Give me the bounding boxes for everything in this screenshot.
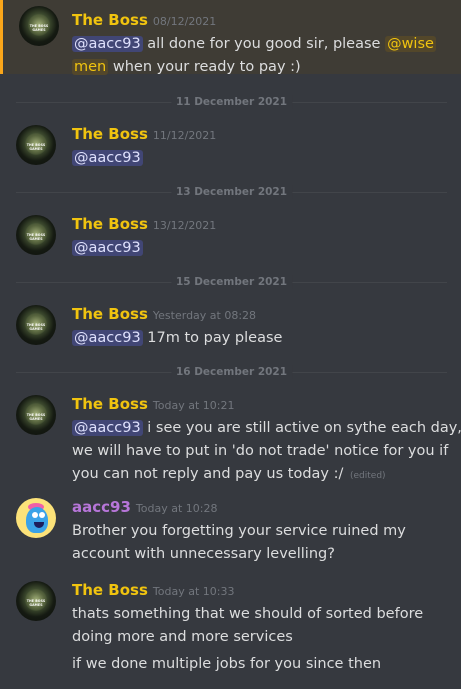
user-mention[interactable]: @aacc93: [72, 36, 143, 52]
user-mention[interactable]: @aacc93: [72, 240, 143, 256]
message-text: account with unnecessary levelling?: [72, 546, 335, 562]
author-name[interactable]: The Boss: [72, 215, 148, 233]
message-text: Brother you forgetting your service ruin…: [72, 523, 406, 539]
author-name[interactable]: The Boss: [72, 125, 148, 143]
message-item: THE BOSS GAMES The Boss Yesterday at 08:2…: [0, 283, 461, 372]
avatar[interactable]: THE BOSS GAMES: [16, 581, 56, 621]
user-mention[interactable]: @aacc93: [72, 330, 143, 346]
timestamp: 08/12/2021: [152, 15, 217, 28]
timestamp: 13/12/2021: [152, 219, 217, 232]
author-name[interactable]: The Boss: [72, 395, 148, 413]
message-text: 17m to pay please: [147, 330, 283, 346]
timestamp: 11/12/2021: [152, 129, 217, 142]
edited-label: (edited): [350, 471, 386, 481]
message-text: thats something that we should of sorted…: [72, 606, 424, 622]
message-text: if we done multiple jobs for you since t…: [72, 656, 382, 672]
user-mention[interactable]: @aacc93: [72, 420, 143, 436]
avatar[interactable]: THE BOSS GAMES: [16, 125, 56, 165]
message-item: THE BOSS GAMES The Boss 11/12/2021 @aacc9…: [0, 103, 461, 192]
message-text: we will have to put in 'do not trade' no…: [72, 443, 449, 459]
timestamp: Today at 10:33: [152, 585, 235, 598]
user-mention[interactable]: @aacc93: [72, 150, 143, 166]
message-item: THE BOSS GAMES The Boss 13/12/2021 @aacc9…: [0, 193, 461, 282]
avatar[interactable]: THE BOSS GAMES: [16, 395, 56, 435]
message-text: you can not reply and pay us today :/: [72, 466, 344, 482]
message-item: THE BOSS GAMES The Boss Today at 10:21 @a…: [0, 373, 461, 491]
author-name[interactable]: The Boss: [72, 11, 148, 29]
timestamp: Today at 10:21: [152, 399, 235, 412]
timestamp: Today at 10:28: [135, 502, 218, 515]
message-text: doing more and more services: [72, 629, 293, 645]
avatar[interactable]: THE BOSS GAMES: [16, 215, 56, 255]
message-text: when your ready to pay :): [112, 59, 301, 75]
avatar[interactable]: THE BOSS GAMES: [16, 305, 56, 345]
role-mention[interactable]: @wise: [385, 36, 436, 52]
author-name[interactable]: The Boss: [72, 305, 148, 323]
message-item: THE BOSS GAMES The Boss Today at 10:33 th…: [0, 579, 461, 676]
avatar[interactable]: THE BOSS GAMES: [19, 6, 59, 46]
timestamp: Yesterday at 08:28: [152, 309, 257, 322]
author-name[interactable]: aacc93: [72, 498, 131, 516]
message-item: THE BOSS GAMES The Boss 08/12/2021 @aacc9…: [0, 0, 461, 75]
avatar[interactable]: [16, 498, 56, 538]
author-name[interactable]: The Boss: [72, 581, 148, 599]
role-mention-cont[interactable]: men: [72, 59, 109, 75]
message-item: aacc93 Today at 10:28 Brother you forgett…: [0, 491, 461, 579]
message-text: i see you are still active on sythe each…: [147, 420, 461, 436]
message-text: all done for you good sir, please: [147, 36, 381, 52]
